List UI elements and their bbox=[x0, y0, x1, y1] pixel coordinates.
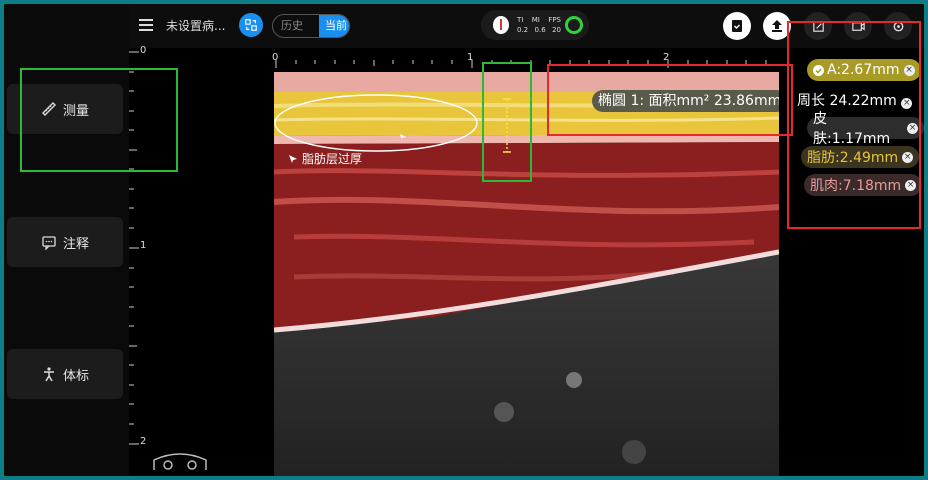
upload-icon bbox=[772, 20, 782, 32]
width-label-1: 1 bbox=[467, 52, 474, 63]
fps-label: FPS bbox=[548, 16, 561, 24]
depth-label-2: 2 bbox=[140, 436, 147, 447]
ti-value: 0.2 bbox=[517, 26, 529, 34]
thermometer-icon bbox=[493, 16, 509, 34]
body-mark-button[interactable]: 体标 bbox=[7, 349, 123, 399]
highlight-box-measure bbox=[20, 68, 178, 172]
arrow-icon bbox=[289, 154, 297, 163]
comment-icon bbox=[42, 236, 56, 250]
clipboard-button[interactable] bbox=[723, 12, 751, 40]
acoustic-indicator: TI MI FPS 0.2 0.6 20 bbox=[481, 10, 589, 40]
current-tab[interactable]: 当前 bbox=[319, 15, 349, 37]
highlight-box-results bbox=[787, 21, 921, 229]
width-label-0: 0 bbox=[272, 52, 279, 63]
annotate-label: 注释 bbox=[62, 236, 89, 252]
menu-icon[interactable] bbox=[139, 16, 153, 31]
depth-label-1: 1 bbox=[140, 240, 147, 251]
fps-value: 20 bbox=[552, 26, 561, 34]
ti-label: TI bbox=[517, 16, 524, 24]
history-tab[interactable]: 历史 bbox=[273, 15, 319, 37]
width-label-2: 2 bbox=[663, 52, 670, 63]
clipboard-check-icon bbox=[732, 20, 742, 32]
depth-label-0: 0 bbox=[140, 45, 147, 56]
annotate-button[interactable]: 注释 bbox=[7, 217, 123, 267]
fat-annotation-text: 脂肪层过厚 bbox=[302, 152, 363, 166]
mi-value: 0.6 bbox=[534, 26, 546, 34]
patient-title[interactable]: 未设置病... bbox=[166, 17, 225, 34]
swap-icon bbox=[245, 19, 257, 31]
probe-icon[interactable] bbox=[150, 450, 210, 472]
highlight-box-readout bbox=[547, 64, 793, 136]
app-frame: 测量 注释 体标 未设置病... 历史 当前 TI MI FPS 0.2 0.6 20 bbox=[4, 4, 924, 476]
fat-annotation[interactable]: 脂肪层过厚 bbox=[288, 150, 362, 167]
body-mark-icon bbox=[43, 367, 54, 382]
mi-label: MI bbox=[531, 16, 540, 24]
history-current-toggle[interactable]: 历史 当前 bbox=[272, 14, 350, 38]
body-mark-label: 体标 bbox=[62, 368, 89, 384]
status-ring-icon bbox=[565, 16, 583, 34]
swap-button[interactable] bbox=[239, 13, 263, 37]
highlight-box-caliper bbox=[482, 62, 532, 182]
